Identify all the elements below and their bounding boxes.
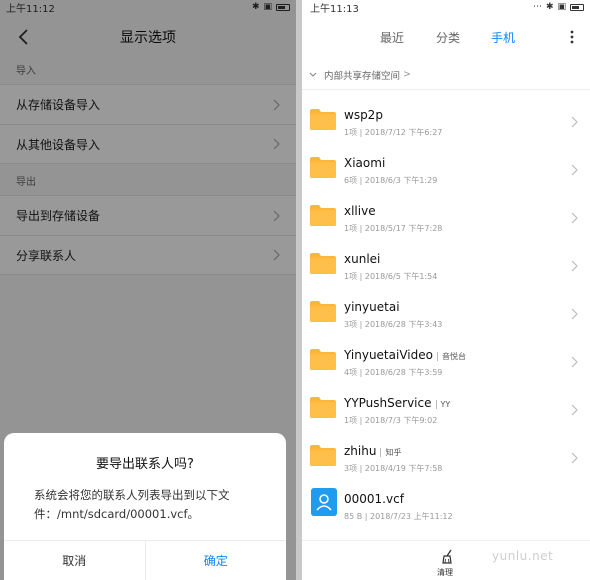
sim-icon: ▣ [557,2,566,12]
battery-icon [570,3,584,11]
bluetooth-icon: ✱ [545,2,554,12]
file-name: wsp2p [344,108,383,122]
folder-row[interactable]: YinyuetaiVideo 音悦台 4项 | 2018/6/28 下午3:59 [302,340,590,388]
file-name: yinyuetai [344,300,400,314]
file-name-text: xunlei [344,252,381,266]
file-name-text: 00001.vcf [344,492,404,506]
file-meta: 1项 | 2018/6/5 下午1:54 [344,272,438,281]
watermark-text: yunlu.net [492,549,554,563]
dialog-title: 要导出联系人吗? [96,457,194,472]
file-name-text: yinyuetai [344,300,400,314]
tab-recent[interactable]: 最近 [380,29,404,46]
file-name: Xiaomi [344,156,385,170]
folder-row[interactable]: xllive 1项 | 2018/5/17 下午7:28 [302,196,590,244]
file-name-text: zhihu [344,444,377,458]
folder-icon [310,397,336,418]
status-icons: ⋯ ✱ ▣ [533,2,584,12]
folder-icon [310,109,336,130]
file-meta: 4项 | 2018/6/28 下午3:59 [344,368,443,377]
status-bar: 上午11:13 ⋯ ✱ ▣ [302,0,590,15]
file-row[interactable]: 00001.vcf 85 B | 2018/7/23 上午11:12 [302,484,590,532]
file-name: YYPushService YY [344,396,451,410]
chevron-right-icon [571,212,578,224]
folder-icon [310,205,336,226]
confirm-button[interactable]: 确定 [146,541,287,580]
right-screen: 上午11:13 ⋯ ✱ ▣ 最近 分类 手机 内部共享存储空间 > wsp2p 1… [302,0,590,580]
folder-row[interactable]: YYPushService YY 1项 | 2018/7/3 下午9:02 [302,388,590,436]
folder-icon [310,301,336,322]
more-vert-icon[interactable] [564,28,580,46]
chevron-right-icon [571,164,578,176]
folder-row[interactable]: Xiaomi 6项 | 2018/6/3 下午1:29 [302,148,590,196]
chevron-right-icon [571,308,578,320]
file-name: 00001.vcf [344,492,404,506]
file-name: zhihu 知乎 [344,444,402,458]
vcf-file-icon [311,488,337,516]
bottom-bar: 清理 yunlu.net [302,540,590,580]
folder-row[interactable]: yinyuetai 3项 | 2018/6/28 下午3:43 [302,292,590,340]
file-meta: 3项 | 2018/4/19 下午7:58 [344,464,443,473]
folder-row[interactable]: xunlei 1项 | 2018/6/5 下午1:54 [302,244,590,292]
left-screen: 上午11:12 ✱ ▣ 显示选项 导入 从存储设备导入 从其他设备导入 导出 导… [0,0,296,580]
folder-icon [310,445,336,466]
chevron-right-icon [571,452,578,464]
cancel-button[interactable]: 取消 [4,541,146,580]
file-meta: 3项 | 2018/6/28 下午3:43 [344,320,443,329]
chevron-right-icon [571,116,578,128]
file-name: xllive [344,204,376,218]
file-meta: 1项 | 2018/7/12 下午6:27 [344,128,443,137]
breadcrumb[interactable]: 内部共享存储空间 > [302,60,590,90]
clean-label[interactable]: 清理 [437,567,453,578]
file-name-text: YYPushService [344,396,432,410]
file-name-text: wsp2p [344,108,383,122]
chevron-right-icon [571,404,578,416]
tab-category[interactable]: 分类 [436,29,460,46]
file-name-text: YinyuetaiVideo [344,348,433,362]
file-meta: 85 B | 2018/7/23 上午11:12 [344,512,453,521]
file-tag: 知乎 [380,448,402,457]
tab-phone[interactable]: 手机 [491,29,515,46]
export-dialog: 要导出联系人吗? 系统会将您的联系人列表导出到以下文件：/mnt/sdcard/… [4,433,286,580]
file-meta: 1项 | 2018/7/3 下午9:02 [344,416,438,425]
folder-icon [310,157,336,178]
file-list: wsp2p 1项 | 2018/7/12 下午6:27 Xiaomi 6项 | 201… [302,100,590,532]
breadcrumb-path: 内部共享存储空间 [324,70,401,82]
tab-bar: 最近 分类 手机 [302,14,590,60]
file-tag: YY [435,400,451,409]
folder-icon [310,253,336,274]
file-name-text: xllive [344,204,376,218]
breadcrumb-separator: > [403,69,411,80]
status-time: 上午11:13 [310,3,359,15]
chevron-right-icon [571,356,578,368]
chevron-right-icon [571,260,578,272]
file-tag: 音悦台 [436,352,466,361]
dialog-buttons: 取消 确定 [4,540,286,580]
file-meta: 1项 | 2018/5/17 下午7:28 [344,224,443,233]
file-name: xunlei [344,252,380,266]
file-name: YinyuetaiVideo 音悦台 [344,348,466,362]
signal-dots-icon: ⋯ [532,2,542,12]
folder-icon [310,349,336,370]
file-meta: 6项 | 2018/6/3 下午1:29 [344,176,438,185]
file-name-text: Xiaomi [344,156,386,170]
broom-icon[interactable] [440,549,456,565]
folder-row[interactable]: wsp2p 1项 | 2018/7/12 下午6:27 [302,100,590,148]
folder-row[interactable]: zhihu 知乎 3项 | 2018/4/19 下午7:58 [302,436,590,484]
dialog-message: 系统会将您的联系人列表导出到以下文件：/mnt/sdcard/00001.vcf… [34,488,230,521]
chevron-down-icon [309,72,317,77]
